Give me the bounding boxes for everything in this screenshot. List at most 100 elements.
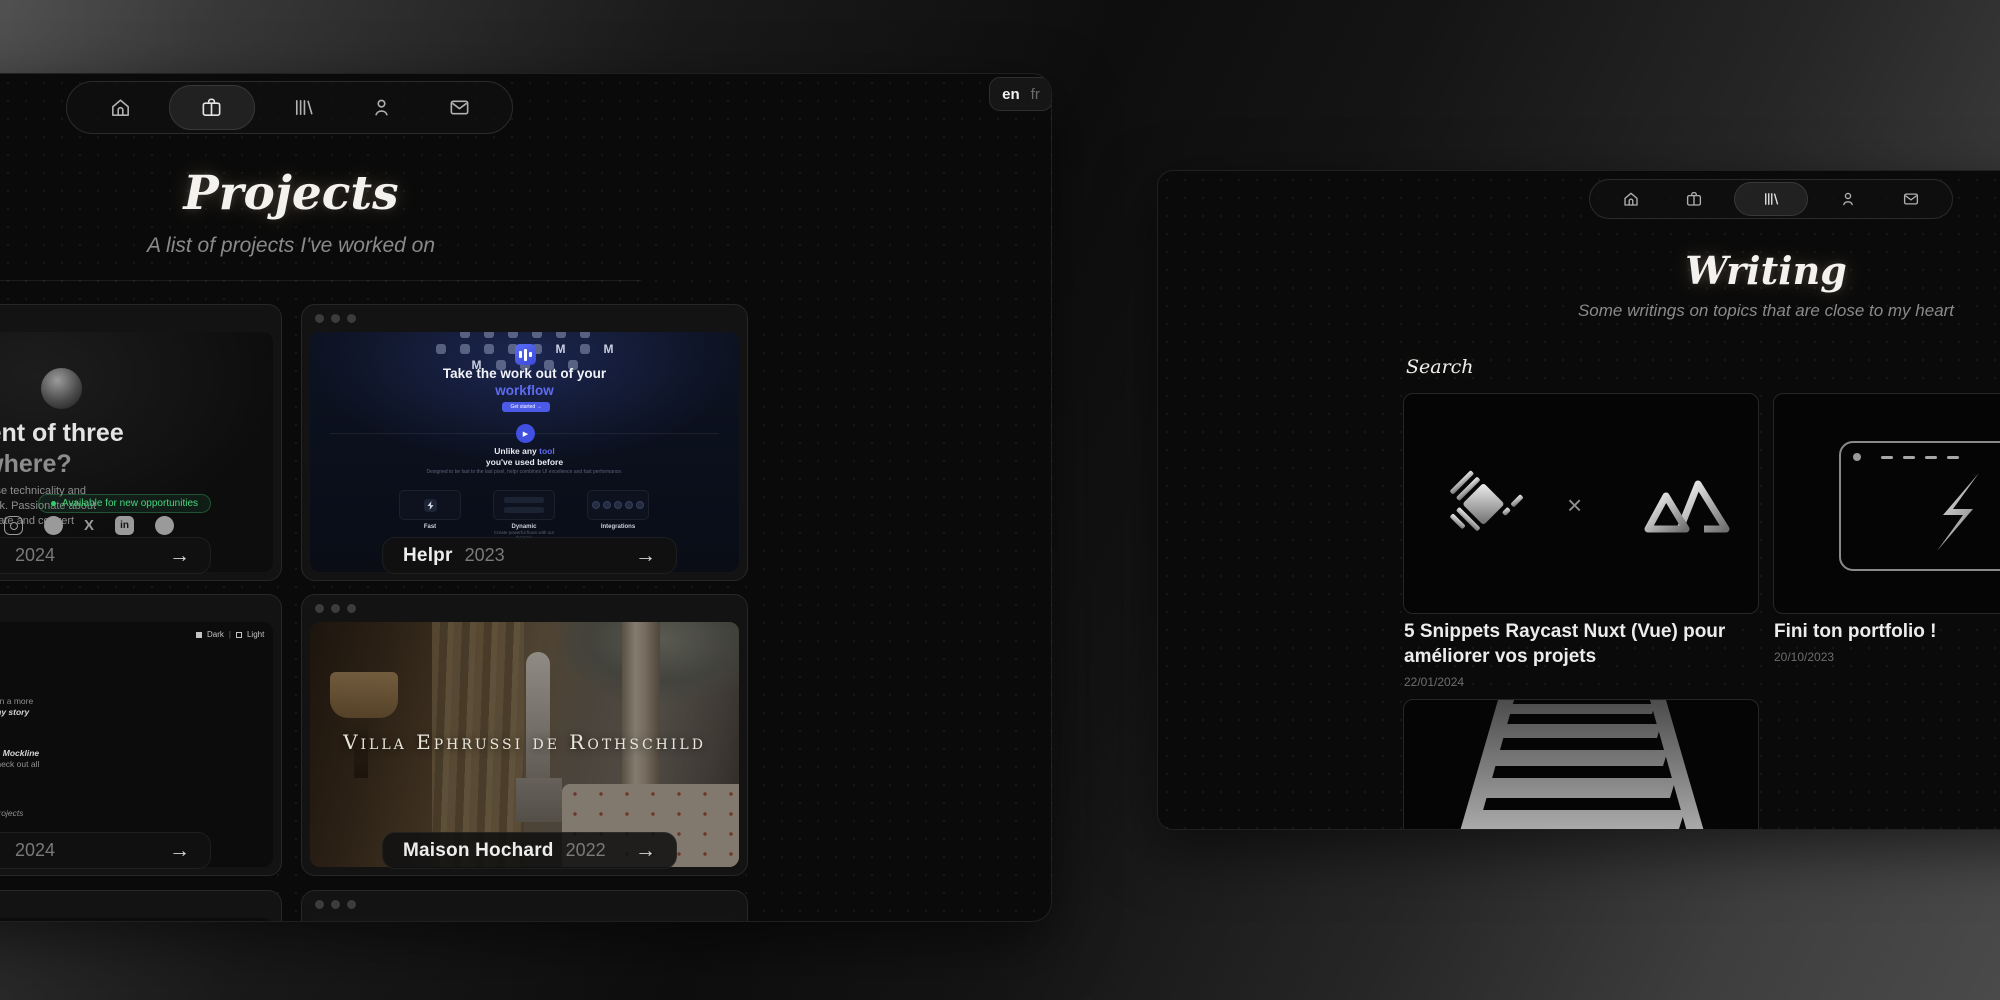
project-year: 2022 [566,840,606,861]
article-item[interactable]: 5 Snippets Raycast Nuxt (Vue) pour améli… [1404,619,1764,689]
person-icon [370,96,393,119]
helpr-caption: Designed to be fast to the last pixel, h… [310,469,739,475]
mockline-link[interactable]: Mockline [3,748,39,758]
home-icon [1622,190,1640,208]
portfolio-preview: y of one, the talent of three y look els… [0,332,273,572]
helpr-preview: MM M Take the work out of your workflow … [310,332,739,572]
nav-writing[interactable] [1734,182,1808,216]
raycast-logo-icon [1440,460,1524,548]
window-controls [315,314,356,323]
project-card-whats-new[interactable]: What's New [301,890,748,922]
villa-hero-title: Villa Ephrussi de Rothschild [310,730,739,754]
social-links: X in [4,516,174,535]
github-icon[interactable] [44,516,63,535]
page-subtitle: A list of projects I've worked on [0,234,591,258]
card-footer: Helpr 2023 → [382,537,677,574]
main-nav [1589,179,1953,219]
nav-contact[interactable] [430,85,488,130]
article-title[interactable]: 5 Snippets Raycast Nuxt (Vue) pour améli… [1404,619,1764,669]
play-button[interactable]: ▶ [516,424,535,443]
mail-icon [448,96,471,119]
language-switcher: en fr [989,77,1052,111]
nav-projects[interactable] [169,85,255,130]
lightning-icon [1923,471,1985,553]
project-card-maison-hochard[interactable]: Villa Ephrussi de Rothschild Maison Hoch… [301,594,748,876]
project-card-story[interactable]: Dark | Light it, I believe in a more e? … [0,594,282,876]
story-preview: Dark | Light it, I believe in a more e? … [0,622,273,867]
spotify-icon[interactable] [155,516,174,535]
project-year: 2023 [465,545,505,566]
project-year: 2024 [15,545,55,566]
arrow-right-icon[interactable]: → [635,544,656,568]
nav-writing[interactable] [275,85,333,130]
arrow-right-icon[interactable]: → [635,839,656,863]
page-title: Projects [0,166,591,222]
card-footer: Maison Hochard 2022 → [382,832,677,869]
helpr-features: Fast Dynamic Create powerful flows with … [399,490,649,540]
helpr-hero: Take the work out of your workflow [310,365,739,399]
nav-about[interactable] [1825,182,1871,216]
project-card-portfolio[interactable]: y of one, the talent of three y look els… [0,304,282,581]
nav-contact[interactable] [1888,182,1934,216]
integrations-icons [592,501,644,509]
card-footer: 2024 → [0,832,211,869]
project-title: Maison Hochard [403,840,554,862]
get-started-button[interactable]: Get started → [502,402,550,412]
article-date: 20/10/2023 [1774,650,2000,664]
lang-en[interactable]: en [1002,86,1020,103]
ladder-graphic [1404,700,1759,830]
article-image-ladder[interactable] [1403,699,1759,830]
writing-window: Writing Some writings on topics that are… [1157,170,2000,830]
briefcase-icon [200,96,223,119]
maison-preview: Villa Ephrussi de Rothschild [310,622,739,867]
instagram-icon[interactable] [4,516,23,535]
article-image-portfolio[interactable] [1773,393,2000,614]
article-date: 22/01/2024 [1404,675,1764,689]
library-icon [1762,190,1780,208]
library-icon [292,96,315,119]
avatar [41,368,82,409]
theme-toggle[interactable]: Dark | Light [196,630,264,639]
desktop-background: en fr Projects A list of projects I've w… [0,0,2000,1000]
nav-about[interactable] [352,85,410,130]
linkedin-icon[interactable]: in [115,516,134,535]
mail-icon [1902,190,1920,208]
card-footer: 2024 → [0,537,211,574]
project-card-helpr[interactable]: MM M Take the work out of your workflow … [301,304,748,581]
header-divider [0,280,641,281]
arrow-right-icon[interactable]: → [169,544,190,568]
briefcase-icon [1685,190,1703,208]
story-text: it, I believe in a more e? Read my story [0,696,204,718]
multiply-icon: × [1567,490,1582,521]
article-item[interactable]: Fini ton portfolio ! 20/10/2023 [1774,619,2000,664]
main-nav [66,81,513,134]
person-icon [1839,190,1857,208]
home-icon [109,96,132,119]
project-title: Helpr [403,545,453,567]
x-twitter-icon[interactable]: X [84,517,94,534]
project-card-cropped[interactable] [0,890,282,922]
project-year: 2024 [15,840,55,861]
read-my-story-link[interactable]: Read my story [0,707,29,717]
helpr-logo-icon [515,344,536,365]
nav-home[interactable] [1608,182,1654,216]
lang-fr[interactable]: fr [1031,86,1040,103]
arrow-right-icon[interactable]: → [169,839,190,863]
nav-projects[interactable] [1671,182,1717,216]
browser-window-icon [1839,441,2000,571]
article-image-raycast-nuxt[interactable]: × [1403,393,1759,614]
lightning-icon [424,499,437,512]
window-controls [315,900,356,909]
nav-home[interactable] [91,85,149,130]
projects-window: en fr Projects A list of projects I've w… [0,73,1052,922]
page-subtitle: Some writings on topics that are close t… [1466,301,2000,321]
story-text: portant one is Mockline o the web. Check… [0,748,204,770]
helpr-subheading: Unlike any tool you've used before [310,446,739,468]
availability-badge: Available for new opportunities [38,494,211,513]
article-title[interactable]: Fini ton portfolio ! [1774,619,2000,644]
search-label[interactable]: Search [1406,356,1474,378]
story-text: r (Vue) Projects [0,808,204,819]
nuxt-logo-icon [1642,472,1732,536]
window-controls [315,604,356,613]
page-title: Writing [1466,247,2000,295]
